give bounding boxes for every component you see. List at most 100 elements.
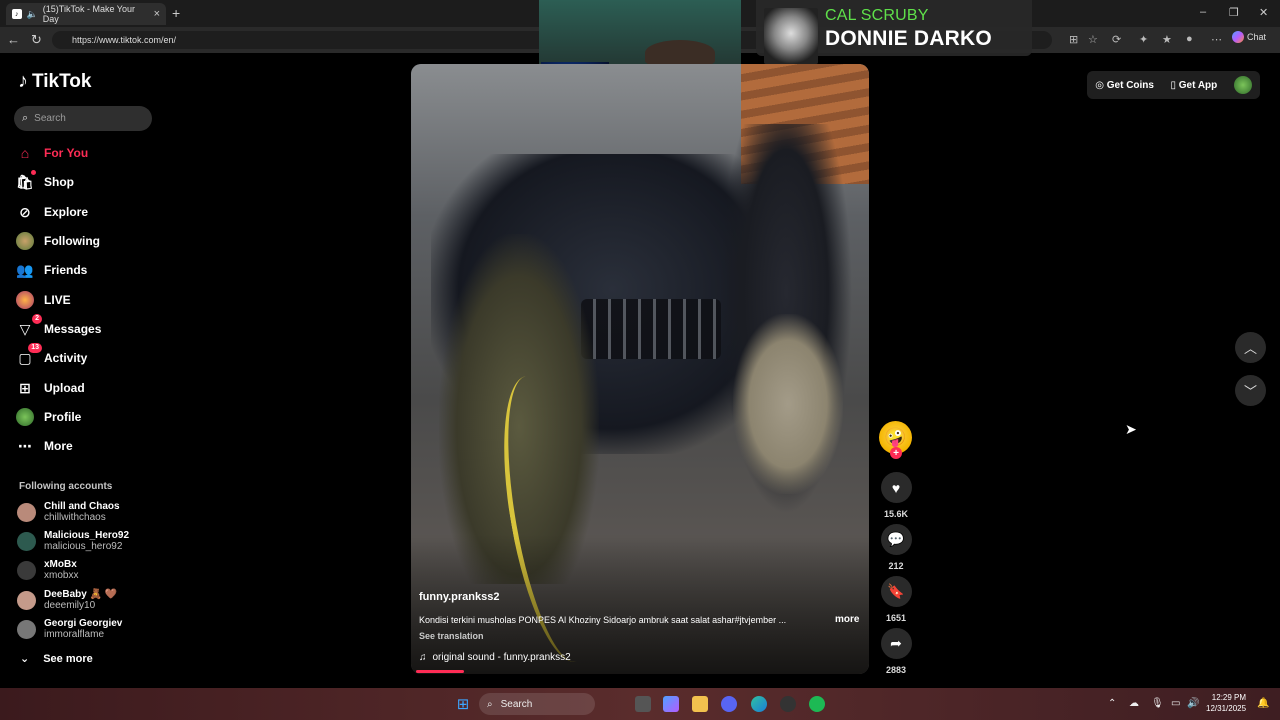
video-progress-bar[interactable] xyxy=(416,670,464,673)
mouse-cursor-icon: ➤ xyxy=(1125,421,1137,437)
like-count: 15.6K xyxy=(883,509,909,519)
search-input[interactable]: ⌕ Search xyxy=(14,106,152,131)
sidebar-item-label: For You xyxy=(44,146,89,160)
account-text: Malicious_Hero92 malicious_hero92 xyxy=(44,530,129,552)
sidebar-item-label: More xyxy=(44,439,73,453)
search-icon: ⌕ xyxy=(487,698,493,710)
network-icon[interactable]: ▭ xyxy=(1171,698,1180,709)
copilot-taskbar-icon[interactable] xyxy=(663,696,679,712)
account-name: DeeBaby 🧸 🤎 xyxy=(44,589,118,600)
sound-label: original sound - funny.prankss2 xyxy=(432,652,571,663)
top-right-buttons: ◎ Get Coins ▯ Get App xyxy=(1087,71,1260,99)
sidebar-item-label: Explore xyxy=(44,205,89,219)
file-explorer-icon[interactable] xyxy=(692,696,708,712)
following-account-item[interactable]: Chill and Chaos chillwithchaos xyxy=(17,499,157,525)
puzzle-icon[interactable]: ✦ xyxy=(1139,33,1148,46)
messages-icon: ▽ 2 xyxy=(16,314,42,338)
user-avatar[interactable] xyxy=(1233,76,1252,94)
get-app-button[interactable]: ▯ Get App xyxy=(1170,80,1217,91)
sidebar-item-upload[interactable]: ⊞ Upload xyxy=(16,376,156,400)
sidebar-item-label: Shop xyxy=(44,175,74,189)
windows-start-icon[interactable]: ⊞ xyxy=(455,696,471,713)
activity-badge: 13 xyxy=(28,343,42,353)
video-username[interactable]: funny.prankss2 xyxy=(419,591,500,603)
get-coins-button[interactable]: ◎ Get Coins xyxy=(1095,80,1154,91)
apps-icon[interactable]: ⊞ xyxy=(1069,33,1078,46)
tab-title: (15)TikTok - Make Your Day xyxy=(42,4,135,24)
following-account-item[interactable]: DeeBaby 🧸 🤎 deeemily10 xyxy=(17,587,157,613)
following-account-item[interactable]: Malicious_Hero92 malicious_hero92 xyxy=(17,528,157,554)
discord-icon[interactable] xyxy=(721,696,737,712)
favorites-icon[interactable]: ★ xyxy=(1162,33,1172,46)
compass-icon: ⊘ xyxy=(19,203,31,220)
notification-icon[interactable]: 🔔 xyxy=(1257,698,1269,709)
edge-icon[interactable] xyxy=(751,696,767,712)
minimize-icon[interactable]: – xyxy=(1200,6,1206,18)
next-video-button[interactable]: ﹀ xyxy=(1235,375,1266,406)
sidebar-item-live[interactable]: LIVE xyxy=(16,288,156,312)
spotify-icon[interactable] xyxy=(809,696,825,712)
sidebar-item-activity[interactable]: ▢ 13 Activity xyxy=(16,343,156,370)
account-name: xMoBx xyxy=(44,559,77,570)
sidebar-item-for-you[interactable]: ⌂ For You xyxy=(16,141,156,165)
back-icon[interactable]: ← xyxy=(7,32,20,47)
share-count: 2883 xyxy=(885,665,907,675)
following-account-item[interactable]: Georgi Georgiev immoralflame xyxy=(17,616,157,642)
caption-more-button[interactable]: more xyxy=(835,614,859,625)
save-action[interactable]: 🔖 1651 xyxy=(880,576,912,623)
maximize-icon[interactable]: ❐ xyxy=(1229,6,1239,19)
volume-icon[interactable]: 🔊 xyxy=(1187,698,1199,709)
browser-tab[interactable]: ♪ 🔈 (15)TikTok - Make Your Day × xyxy=(6,3,166,25)
profile-icon[interactable]: ● xyxy=(1186,33,1193,45)
like-action[interactable]: ♥ 15.6K xyxy=(880,472,912,519)
extensions-icon[interactable]: ⟳ xyxy=(1112,33,1121,46)
sidebar-item-explore[interactable]: ⊘ Explore xyxy=(16,200,156,224)
video-sound-link[interactable]: ♫ original sound - funny.prankss2 xyxy=(419,652,571,663)
clock-time: 12:29 PM xyxy=(1211,693,1247,702)
task-view-icon[interactable] xyxy=(635,696,651,712)
sidebar-item-messages[interactable]: ▽ 2 Messages xyxy=(16,314,156,341)
comment-icon[interactable]: 💬 xyxy=(880,524,912,555)
mic-icon[interactable]: 🎙 xyxy=(1151,698,1164,709)
favorite-star-icon[interactable]: ☆ xyxy=(1088,33,1098,46)
new-tab-button[interactable]: + xyxy=(172,5,180,21)
messages-badge: 2 xyxy=(32,314,42,324)
get-app-label: Get App xyxy=(1178,79,1218,91)
share-icon[interactable]: ➦ xyxy=(880,628,912,659)
taskbar-clock[interactable]: 12:29 PM 12/31/2025 xyxy=(1206,692,1246,714)
music-note-icon: ♫ xyxy=(419,652,427,663)
chevron-up-icon: ︿ xyxy=(1243,341,1257,356)
tray-chevron-icon[interactable]: ⌃ xyxy=(1108,698,1116,709)
sidebar-item-profile[interactable]: Profile xyxy=(16,405,156,429)
account-text: DeeBaby 🧸 🤎 deeemily10 xyxy=(44,589,117,611)
bookmark-icon[interactable]: 🔖 xyxy=(880,576,912,607)
follow-plus-icon[interactable]: + xyxy=(890,447,902,459)
album-art xyxy=(764,8,818,64)
following-account-item[interactable]: xMoBx xmobxx xyxy=(17,557,157,583)
close-tab-icon[interactable]: × xyxy=(154,8,160,20)
speaker-icon[interactable]: 🔈 xyxy=(27,9,38,20)
video-player[interactable] xyxy=(411,64,869,674)
sidebar-item-more[interactable]: ⋯ More xyxy=(16,434,156,458)
comment-action[interactable]: 💬 212 xyxy=(880,524,912,571)
tiktok-favicon-icon: ♪ xyxy=(12,9,22,19)
logo-text: TikTok xyxy=(32,70,92,92)
close-window-icon[interactable]: ✕ xyxy=(1259,6,1268,19)
sidebar-item-following[interactable]: Following xyxy=(16,229,156,253)
heart-icon[interactable]: ♥ xyxy=(880,472,912,503)
app-icon[interactable] xyxy=(780,696,796,712)
taskbar-search[interactable]: ⌕ Search xyxy=(479,693,595,715)
menu-dots-icon[interactable]: ⋯ xyxy=(1211,33,1222,46)
account-handle: immoralflame xyxy=(44,629,105,640)
activity-icon: ▢ 13 xyxy=(16,343,42,367)
cloud-icon[interactable]: ☁ xyxy=(1129,698,1139,709)
copilot-chat-button[interactable]: Chat xyxy=(1232,31,1266,43)
previous-video-button[interactable]: ︿ xyxy=(1235,332,1266,363)
sidebar-item-friends[interactable]: 👥 Friends xyxy=(16,258,156,282)
sidebar-item-shop[interactable]: 🛍 Shop xyxy=(16,170,156,194)
see-translation-link[interactable]: See translation xyxy=(419,631,484,641)
share-action[interactable]: ➦ 2883 xyxy=(880,628,912,675)
see-more-button[interactable]: ⌄ See more xyxy=(20,652,93,666)
refresh-icon[interactable]: ↻ xyxy=(31,32,42,48)
tiktok-logo[interactable]: ♪ TikTok xyxy=(18,70,91,93)
